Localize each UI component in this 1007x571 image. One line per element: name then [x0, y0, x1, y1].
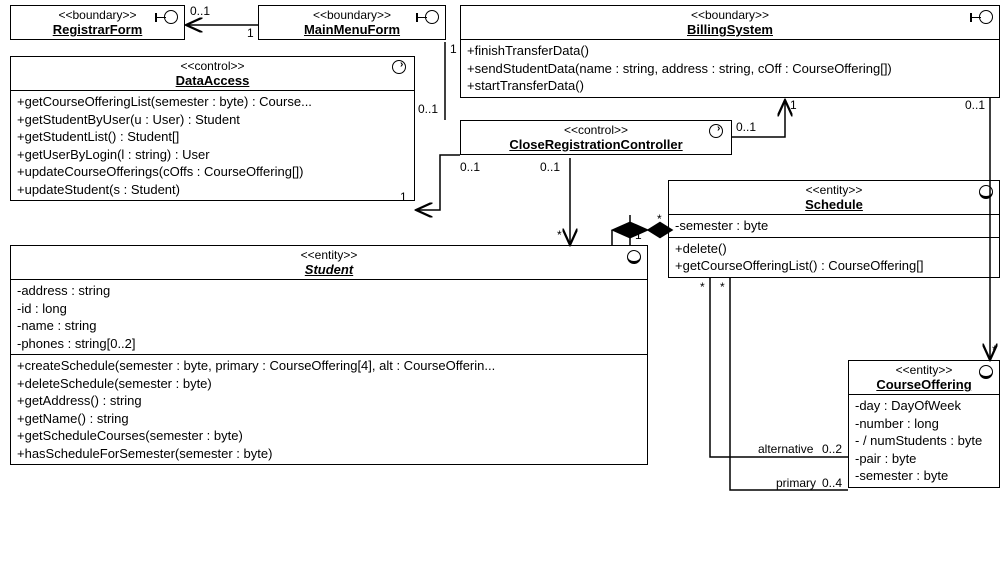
class-main-menu-form: <<boundary>> MainMenuForm — [258, 5, 446, 40]
attributes: -semester : byte — [669, 214, 999, 237]
stereotype: <<control>> — [15, 59, 410, 73]
class-billing-system: <<boundary>> BillingSystem +finishTransf… — [460, 5, 1000, 98]
attributes: -day : DayOfWeek -number : long - / numS… — [849, 394, 999, 487]
operations: +delete() +getCourseOfferingList() : Cou… — [669, 237, 999, 277]
stereotype: <<entity>> — [15, 248, 643, 262]
operations: +createSchedule(semester : byte, primary… — [11, 354, 647, 464]
class-name: CloseRegistrationController — [465, 137, 727, 152]
class-name: Schedule — [673, 197, 995, 212]
mult-label: 1 — [790, 98, 797, 112]
entity-icon — [979, 363, 993, 379]
class-name: Student — [15, 262, 643, 277]
role-label: primary — [776, 476, 816, 490]
control-icon: › — [709, 123, 725, 140]
entity-icon — [979, 183, 993, 199]
mult-label: * — [700, 280, 705, 294]
mult-label: * — [992, 343, 997, 357]
stereotype: <<entity>> — [673, 183, 995, 197]
mult-label: 0..1 — [736, 120, 756, 134]
mult-label: 1 — [400, 190, 407, 204]
control-icon: › — [392, 59, 408, 76]
boundary-icon — [971, 8, 993, 24]
mult-label: * — [720, 280, 725, 294]
mult-label: 0..1 — [965, 98, 985, 112]
class-name: MainMenuForm — [263, 22, 441, 37]
operations: +finishTransferData() +sendStudentData(n… — [461, 39, 999, 97]
mult-label: 1 — [247, 26, 254, 40]
class-schedule: <<entity>> Schedule -semester : byte +de… — [668, 180, 1000, 278]
mult-label: 0..1 — [418, 102, 438, 116]
class-close-registration-controller: <<control>> CloseRegistrationController … — [460, 120, 732, 155]
stereotype: <<entity>> — [853, 363, 995, 377]
boundary-icon — [156, 8, 178, 24]
boundary-icon — [417, 8, 439, 24]
stereotype: <<boundary>> — [465, 8, 995, 22]
class-data-access: <<control>> DataAccess › +getCourseOffer… — [10, 56, 415, 201]
mult-label: 1 — [450, 42, 457, 56]
operations: +getCourseOfferingList(semester : byte) … — [11, 90, 414, 200]
class-name: CourseOffering — [853, 377, 995, 392]
class-name: RegistrarForm — [15, 22, 180, 37]
mult-label: * — [557, 228, 562, 242]
class-registrar-form: <<boundary>> RegistrarForm — [10, 5, 185, 40]
mult-label: 0..2 — [822, 442, 842, 456]
mult-label: 1 — [635, 228, 642, 242]
stereotype: <<control>> — [465, 123, 727, 137]
entity-icon — [627, 248, 641, 264]
mult-label: 0..1 — [190, 4, 210, 18]
attributes: -address : string -id : long -name : str… — [11, 279, 647, 354]
class-student: <<entity>> Student -address : string -id… — [10, 245, 648, 465]
stereotype: <<boundary>> — [263, 8, 441, 22]
class-name: BillingSystem — [465, 22, 995, 37]
mult-label: 0..4 — [822, 476, 842, 490]
mult-label: 0..1 — [460, 160, 480, 174]
mult-label: * — [657, 212, 662, 226]
role-label: alternative — [758, 442, 813, 456]
class-name: DataAccess — [15, 73, 410, 88]
class-course-offering: <<entity>> CourseOffering -day : DayOfWe… — [848, 360, 1000, 488]
mult-label: 0..1 — [540, 160, 560, 174]
